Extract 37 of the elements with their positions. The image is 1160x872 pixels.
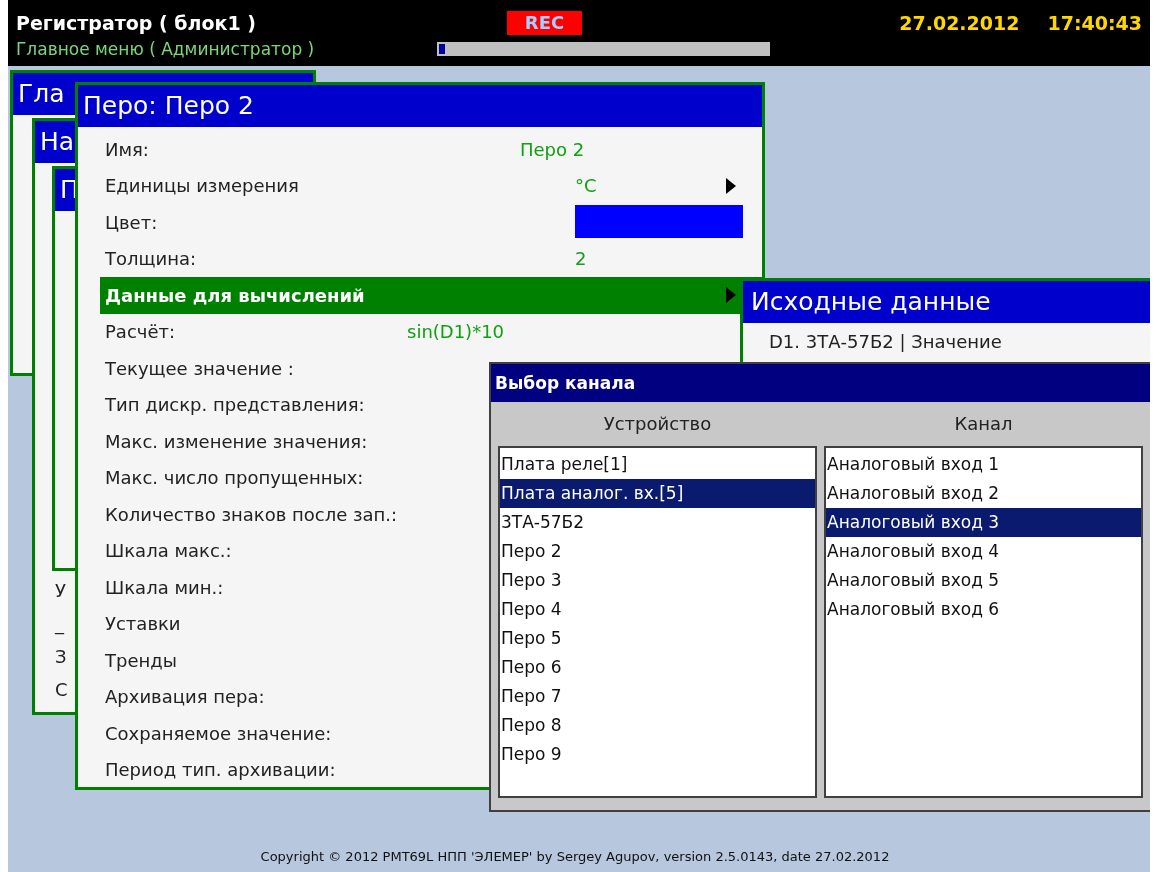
menu-item[interactable]: С	[55, 673, 68, 706]
window-title: Перо: Перо 2	[78, 85, 762, 127]
time-text: 17:40:43	[1047, 12, 1142, 34]
menu-path: Главное меню ( Администратор )	[16, 39, 316, 59]
rec-indicator: REC	[507, 11, 582, 35]
list-item[interactable]: Перо 4	[500, 595, 815, 624]
device-title: Регистратор ( блок1 )	[16, 12, 257, 34]
list-item[interactable]: Перо 5	[500, 624, 815, 653]
list-item[interactable]: Аналоговый вход 3	[826, 508, 1141, 537]
list-item[interactable]: Плата реле[1]	[500, 450, 815, 479]
list-item[interactable]: Аналоговый вход 4	[826, 537, 1141, 566]
list-item[interactable]: Перо 9	[500, 740, 815, 769]
list-item[interactable]: Перо 7	[500, 682, 815, 711]
color-swatch[interactable]	[575, 205, 743, 238]
list-item[interactable]: Перо 6	[500, 653, 815, 682]
list-item[interactable]: Аналоговый вход 2	[826, 479, 1141, 508]
column-heading: Канал	[954, 412, 1013, 436]
window-title: Исходные данные	[743, 281, 1150, 323]
list-item[interactable]: Перо 8	[500, 711, 815, 740]
submenu-arrow-icon	[726, 177, 736, 194]
date-text: 27.02.2012	[899, 12, 1020, 34]
menu-item[interactable]: З	[55, 640, 68, 673]
list-item[interactable]: Аналоговый вход 5	[826, 566, 1141, 595]
menu-item[interactable]: У	[55, 574, 68, 607]
list-item[interactable]: Перо 2	[500, 537, 815, 566]
list-item[interactable]: Аналоговый вход 1	[826, 450, 1141, 479]
source-item[interactable]: D1. 3ТА-57Б2 | Значение	[743, 323, 1150, 352]
list-item[interactable]: Перо 3	[500, 566, 815, 595]
menu-row[interactable]: Толщина: 2	[100, 240, 762, 277]
dialog-title: Выбор канала	[491, 364, 1150, 402]
list-item[interactable]: 3ТА-57Б2	[500, 508, 815, 537]
column-heading: Устройство	[603, 412, 712, 436]
menu-item[interactable]: _	[55, 607, 68, 640]
submenu-arrow-icon	[726, 287, 736, 304]
list-item[interactable]: Плата аналог. вх.[5]	[500, 479, 815, 508]
copyright-text: Copyright © 2012 PMT69L НПП 'ЭЛЕМЕР' by Sergey Agupov, version 2.5.0143, date 27.02.2012	[260, 849, 890, 864]
list-item[interactable]: Аналоговый вход 6	[826, 595, 1141, 624]
